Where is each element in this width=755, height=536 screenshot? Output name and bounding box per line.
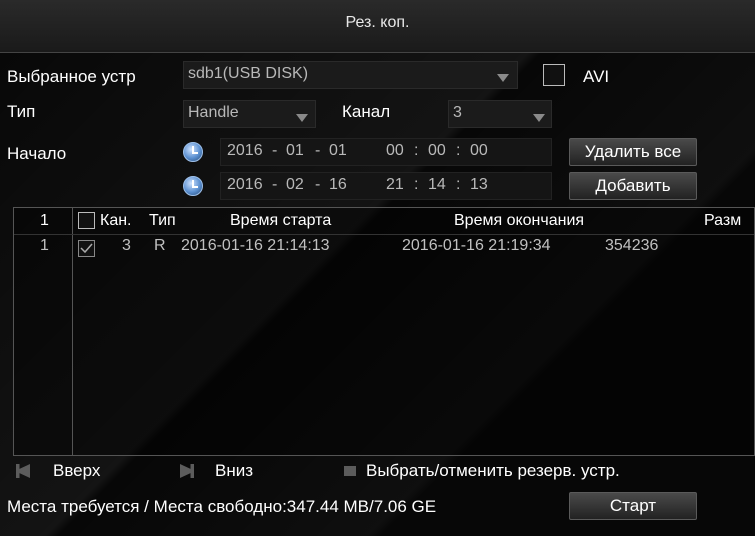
select-all-checkbox[interactable] <box>78 212 95 229</box>
start-datetime-to[interactable]: 2016 - 02 - 16 21 : 14 : 13 <box>220 172 552 200</box>
select-icon[interactable] <box>344 466 356 476</box>
window-title: Рез. коп. <box>345 14 410 31</box>
header-start-time: Время старта <box>230 212 332 229</box>
type-value: Handle <box>188 104 239 121</box>
delete-all-button[interactable]: Удалить все <box>569 138 697 166</box>
month: 02 <box>286 176 304 193</box>
row-number: 1 <box>40 237 49 254</box>
type-select[interactable]: Handle <box>183 100 316 128</box>
month: 01 <box>286 142 304 159</box>
day: 01 <box>329 142 347 159</box>
column-divider <box>72 208 73 456</box>
clock-icon[interactable] <box>183 176 203 196</box>
day: 16 <box>329 176 347 193</box>
channel-value: 3 <box>453 104 462 121</box>
row-checkbox[interactable] <box>78 240 95 257</box>
header-size: Разм <box>704 212 742 229</box>
add-button[interactable]: Добавить <box>569 172 697 200</box>
header-type: Тип <box>149 212 176 229</box>
row-type: R <box>154 237 166 254</box>
avi-checkbox[interactable] <box>543 64 565 86</box>
minute: 14 <box>428 176 446 193</box>
year: 2016 <box>227 142 263 159</box>
header-divider <box>14 234 754 235</box>
row-channel: 3 <box>122 237 131 254</box>
start-datetime-from[interactable]: 2016 - 01 - 01 00 : 00 : 00 <box>220 138 552 166</box>
start-button[interactable]: Старт <box>569 492 697 520</box>
device-select[interactable]: sdb1(USB DISK) <box>183 61 518 89</box>
clock-icon[interactable] <box>183 142 203 162</box>
chevron-down-icon <box>296 114 308 122</box>
checkmark-icon <box>80 243 93 254</box>
avi-label: AVI <box>583 67 610 86</box>
year: 2016 <box>227 176 263 193</box>
page-up-icon[interactable] <box>16 464 30 478</box>
device-value: sdb1(USB DISK) <box>188 65 309 82</box>
second: 00 <box>470 142 488 159</box>
minute: 00 <box>428 142 446 159</box>
page-down-icon[interactable] <box>180 464 194 478</box>
space-info: Места требуется / Места свободно:347.44 … <box>7 497 437 516</box>
chevron-down-icon <box>533 114 545 122</box>
chevron-down-icon <box>497 74 509 82</box>
channel-label: Канал <box>342 102 391 121</box>
backup-window: Рез. коп. Выбранное устр sdb1(USB DISK) … <box>0 0 755 536</box>
header-count: 1 <box>40 212 49 229</box>
row-size: 354236 <box>605 237 659 254</box>
page-up-button[interactable]: Вверх <box>53 461 100 481</box>
start-label: Начало <box>7 144 67 163</box>
row-end-time: 2016-01-16 21:19:34 <box>402 237 551 254</box>
page-down-button[interactable]: Вниз <box>215 461 253 481</box>
toggle-backup-device-button[interactable]: Выбрать/отменить резерв. устр. <box>366 461 620 481</box>
title-bar: Рез. коп. <box>0 0 755 53</box>
backup-file-table: 1 Кан. Тип Время старта Время окончания … <box>13 207 755 456</box>
channel-select[interactable]: 3 <box>448 100 552 128</box>
header-end-time: Время окончания <box>454 212 585 229</box>
device-label: Выбранное устр <box>7 67 136 86</box>
header-channel: Кан. <box>100 212 132 229</box>
row-start-time: 2016-01-16 21:14:13 <box>181 237 330 254</box>
type-label: Тип <box>7 102 36 121</box>
second: 13 <box>470 176 488 193</box>
hour: 21 <box>386 176 404 193</box>
hour: 00 <box>386 142 404 159</box>
